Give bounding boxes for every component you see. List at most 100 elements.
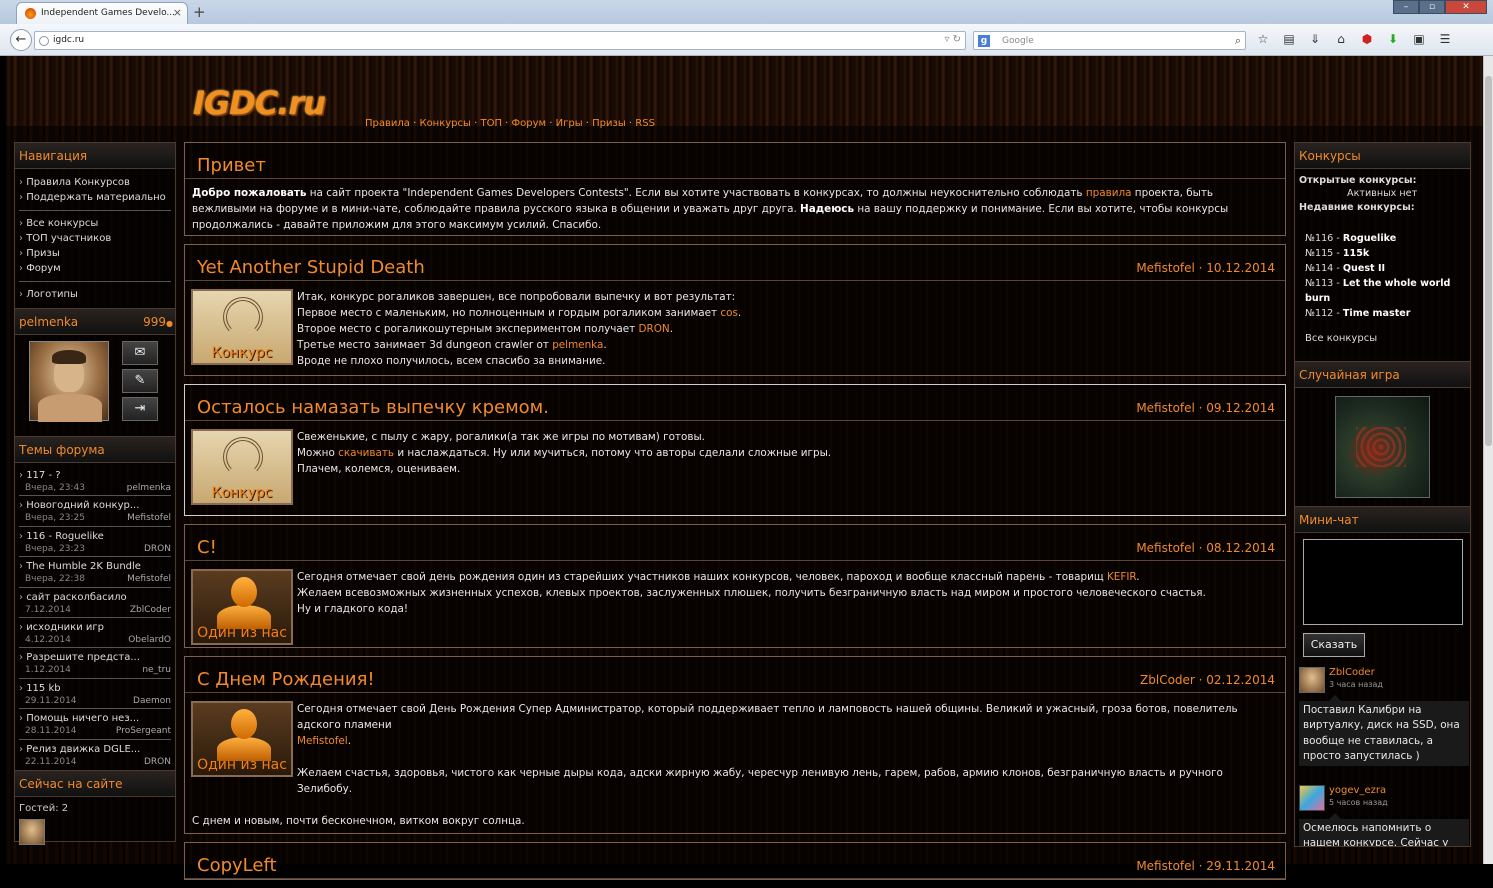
contest-item[interactable]: №113 - Let the whole world burn	[1305, 276, 1466, 306]
logout-button[interactable]: ⇥	[122, 397, 158, 421]
contest-item[interactable]: №114 - Quest II	[1305, 261, 1466, 276]
top-menu-rules[interactable]: Правила	[365, 118, 410, 129]
chat-input[interactable]	[1303, 539, 1463, 625]
topic-author[interactable]: Mefistofel	[127, 574, 171, 584]
topic-title[interactable]: 115 kb	[19, 683, 171, 694]
nav-item[interactable]: Все конкурсы	[19, 216, 171, 231]
maximize-button[interactable]: ▫	[1419, 0, 1445, 14]
user-link[interactable]: cos	[720, 307, 737, 319]
browser-tab[interactable]: Independent Games Develo... ×	[16, 2, 188, 24]
nav-item[interactable]: Призы	[19, 246, 171, 261]
topic-title[interactable]: исходники игр	[19, 622, 171, 633]
site-logo[interactable]: IGDC.ru	[193, 84, 326, 122]
top-menu-forum[interactable]: Форум	[512, 118, 547, 129]
address-bar[interactable]: igdc.ru ▿ ↻	[34, 31, 966, 50]
topic-title[interactable]: Разрешите предста...	[19, 652, 171, 663]
post-title[interactable]: Yet Another Stupid Death	[197, 257, 425, 278]
contest-item[interactable]: №112 - Time master	[1305, 306, 1466, 321]
avatar[interactable]	[1299, 785, 1325, 811]
minimize-button[interactable]: –	[1393, 0, 1419, 14]
download-link[interactable]: скачивать	[338, 447, 394, 459]
download-helper-icon[interactable]: ⬇	[1384, 32, 1402, 49]
post-meta[interactable]: ZblCoder · 02.12.2014	[1140, 673, 1275, 687]
topic-author[interactable]: Daemon	[133, 696, 171, 706]
forum-topic[interactable]: 115 kb29.11.2014 Daemon	[19, 679, 171, 710]
random-game-screenshot[interactable]	[1335, 396, 1430, 498]
topic-title[interactable]: 117 - ?	[19, 470, 171, 481]
online-user-avatar[interactable]	[19, 818, 45, 845]
post-meta[interactable]: Mefistofel · 09.12.2014	[1136, 401, 1275, 415]
topic-author[interactable]: DRON	[144, 757, 171, 767]
post-title[interactable]: С!	[197, 537, 217, 558]
user-link[interactable]: Mefistofel	[297, 735, 348, 747]
forum-topic[interactable]: сайт расколбасило7.12.2014 ZblCoder	[19, 588, 171, 618]
adblock-icon[interactable]: ⬢	[1358, 32, 1376, 49]
topic-title[interactable]: сайт расколбасило	[19, 592, 171, 603]
user-link[interactable]: pelmenka	[552, 339, 603, 351]
edit-profile-button[interactable]: ✎	[122, 369, 158, 393]
forum-topic[interactable]: 117 - ? Вчера, 23:43 pelmenka	[19, 466, 171, 497]
close-window-button[interactable]: ✕	[1445, 0, 1487, 14]
topic-author[interactable]: ZblCoder	[130, 605, 171, 615]
nav-item[interactable]: ТОП участников	[19, 231, 171, 246]
post-meta[interactable]: Mefistofel · 08.12.2014	[1136, 541, 1275, 555]
nav-item[interactable]: Поддержать материально	[19, 190, 171, 205]
post-title[interactable]: CopyLeft	[197, 855, 277, 876]
forum-topic[interactable]: 116 - RoguelikeВчера, 23:23 DRON	[19, 527, 171, 558]
post-meta[interactable]: Mefistofel · 10.12.2014	[1136, 261, 1275, 275]
topic-title[interactable]: Помощь ничего нез...	[19, 713, 171, 724]
user-link[interactable]: KEFIR	[1107, 571, 1136, 583]
menu-icon[interactable]: ☰	[1436, 32, 1454, 49]
forum-topic[interactable]: Релиз движка DGLE...22.11.2014 DRON	[19, 740, 171, 770]
extension-icon[interactable]: ▣	[1410, 32, 1428, 49]
all-contests-link[interactable]: Все конкурсы	[1305, 333, 1377, 344]
contest-item[interactable]: №115 - 115k	[1305, 246, 1466, 261]
contest-name[interactable]: 115k	[1343, 248, 1369, 259]
search-bar[interactable]: g Google ⌕	[973, 31, 1246, 50]
contest-name[interactable]: Time master	[1343, 308, 1411, 319]
reload-icon[interactable]: ▿ ↻	[944, 34, 961, 45]
forum-topic[interactable]: The Humble 2K Bundle Вчера, 22:38 Mefistof…	[19, 557, 171, 588]
post-meta[interactable]: Mefistofel · 29.11.2014	[1136, 859, 1275, 873]
avatar[interactable]	[1299, 667, 1325, 693]
top-menu-contests[interactable]: Конкурсы	[419, 118, 470, 129]
chat-author[interactable]: ZblCoder	[1329, 667, 1375, 678]
search-icon[interactable]: ⌕	[1235, 34, 1241, 48]
user-name[interactable]: pelmenka	[19, 315, 78, 329]
top-menu-rss[interactable]: RSS	[635, 118, 655, 129]
topic-author[interactable]: DRON	[144, 544, 171, 554]
top-menu-prizes[interactable]: Призы	[592, 118, 626, 129]
post-title[interactable]: Осталось намазать выпечку кремом.	[197, 397, 549, 418]
nav-item[interactable]: Правила Конкурсов	[19, 175, 171, 190]
bookmarks-list-icon[interactable]: ▤	[1280, 32, 1298, 49]
page-scrollbar[interactable]	[1483, 56, 1493, 864]
forum-topic[interactable]: исходники игр4.12.2014 ObelardO	[19, 618, 171, 649]
topic-title[interactable]: The Humble 2K Bundle	[19, 561, 171, 572]
topic-title[interactable]: Релиз движка DGLE...	[19, 744, 171, 755]
top-menu-games[interactable]: Игры	[556, 118, 583, 129]
chat-author[interactable]: yogev_ezra	[1329, 785, 1386, 796]
contest-item[interactable]: №116 - Roguelike	[1305, 231, 1466, 246]
topic-author[interactable]: ne_tru	[142, 665, 171, 675]
forum-topic[interactable]: Разрешите предста... 1.12.2014 ne_tru	[19, 648, 171, 679]
bookmark-star-icon[interactable]: ☆	[1254, 32, 1272, 49]
contest-name[interactable]: Roguelike	[1343, 233, 1396, 244]
user-link[interactable]: DRON	[639, 323, 670, 335]
topic-author[interactable]: pelmenka	[127, 483, 171, 493]
topic-title[interactable]: Новогодний конкур...	[19, 500, 171, 511]
scrollbar-thumb[interactable]	[1485, 76, 1492, 446]
close-tab-icon[interactable]: ×	[173, 6, 182, 19]
topic-author[interactable]: ProSergeant	[116, 726, 171, 736]
new-tab-button[interactable]: +	[193, 3, 206, 21]
messages-button[interactable]: ✉	[122, 341, 158, 365]
nav-item[interactable]: Форум	[19, 261, 171, 276]
downloads-icon[interactable]: ⇓	[1306, 32, 1324, 49]
rules-link[interactable]: правила	[1086, 187, 1132, 199]
top-menu-top[interactable]: ТОП	[480, 118, 502, 129]
home-icon[interactable]: ⌂	[1332, 32, 1350, 49]
nav-item[interactable]: Логотипы	[19, 287, 171, 302]
back-button[interactable]: ←	[10, 29, 32, 51]
post-title[interactable]: С Днем Рождения!	[197, 669, 375, 690]
contest-name[interactable]: Quest II	[1343, 263, 1385, 274]
topic-author[interactable]: ObelardO	[128, 635, 171, 645]
